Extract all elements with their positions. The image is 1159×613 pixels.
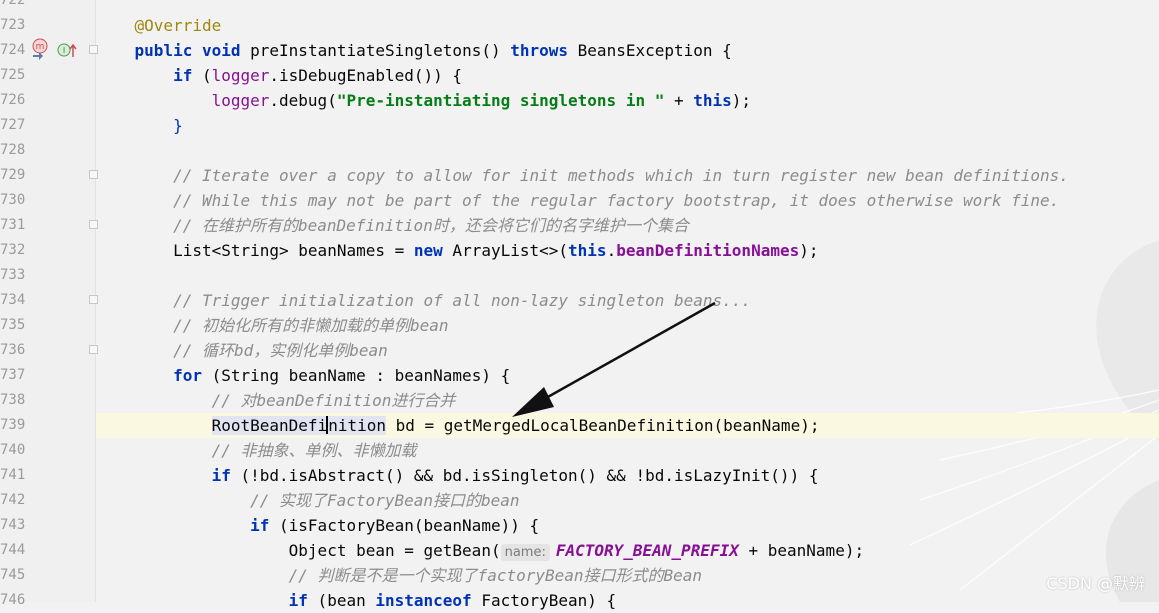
code-line-724[interactable]: public void preInstantiateSingletons() t… <box>96 38 1159 63</box>
line-number: 729 <box>0 167 26 183</box>
code-line-731[interactable]: // 在维护所有的beanDefinition时，还会将它们的名字维护一个集合 <box>96 213 1159 238</box>
code-line-729[interactable]: // Iterate over a copy to allow for init… <box>96 163 1159 188</box>
overrides-method-icon[interactable]: m <box>30 38 52 60</box>
line-number: 722 <box>0 0 26 8</box>
code-text: + <box>664 91 694 110</box>
string-literal: "Pre-instantiating singletons in " <box>336 91 665 110</box>
keyword: for <box>173 366 202 385</box>
line-number: 724 <box>0 42 26 58</box>
code-text: nition <box>328 416 386 435</box>
code-text: RootBeanDefi <box>211 416 328 435</box>
comment: // 在维护所有的beanDefinition时，还会将它们的名字维护一个集合 <box>173 216 689 235</box>
annotation-arrow-icon <box>512 301 716 417</box>
keyword: instanceof <box>375 591 472 610</box>
code-text: ArrayList<>( <box>442 241 569 260</box>
code-line-746[interactable]: if (bean instanceof FactoryBean) { <box>96 588 1159 613</box>
code-line-727[interactable]: } <box>96 113 1159 138</box>
code-line-743[interactable]: if (isFactoryBean(beanName)) { <box>96 513 1159 538</box>
comment: // While this may not be part of the reg… <box>173 191 1060 210</box>
code-text: (String beanName : beanNames) { <box>201 366 511 385</box>
static-field-reference: FACTORY_BEAN_PREFIX <box>555 541 739 560</box>
line-number: 728 <box>0 142 26 158</box>
keyword: throws <box>510 41 569 60</box>
annotation: @Override <box>134 16 222 35</box>
line-number: 744 <box>0 542 26 558</box>
code-text: (bean <box>307 591 376 610</box>
code-text: .debug( <box>269 91 337 110</box>
parameter-hint: name: <box>500 544 550 561</box>
line-number: 725 <box>0 67 26 83</box>
line-number: 741 <box>0 467 26 483</box>
code-text: + beanName); <box>738 541 865 560</box>
line-number: 745 <box>0 567 26 583</box>
keyword: new <box>413 241 443 260</box>
editor-gutter[interactable]: 722 723 724 725 726 727 728 729 730 731 … <box>0 0 98 608</box>
field-reference: logger <box>211 66 270 85</box>
comment: // 循环bd，实例化单例bean <box>173 341 388 360</box>
line-number: 727 <box>0 117 26 133</box>
field-reference: beanDefinitionNames <box>616 241 800 260</box>
selected-identifier[interactable]: RootBeanDefinition <box>211 416 386 435</box>
line-number: 735 <box>0 317 26 333</box>
line-number: 736 <box>0 342 26 358</box>
code-line-723[interactable]: @Override <box>96 13 1159 38</box>
comment: // 非抽象、单例、非懒加载 <box>211 441 417 460</box>
code-text: preInstantiateSingletons() <box>250 41 511 60</box>
line-number: 740 <box>0 442 26 458</box>
line-number: 732 <box>0 242 26 258</box>
line-number: 742 <box>0 492 26 508</box>
line-number: 743 <box>0 517 26 533</box>
code-text: . <box>606 241 617 260</box>
code-text: ( <box>192 66 212 85</box>
line-number: 726 <box>0 92 26 108</box>
line-number: 737 <box>0 367 26 383</box>
code-text: BeansException { <box>568 41 732 60</box>
comment: // 对beanDefinition进行合并 <box>211 391 456 410</box>
line-number: 746 <box>0 592 26 608</box>
code-line-745[interactable]: // 判断是不是一个实现了factoryBean接口形式的Bean <box>96 563 1159 588</box>
keyword: this <box>568 241 607 260</box>
code-line-730[interactable]: // While this may not be part of the reg… <box>96 188 1159 213</box>
field-reference: logger <box>211 91 270 110</box>
keyword: void <box>201 41 241 60</box>
keyword: if <box>173 66 193 85</box>
code-text: .isDebugEnabled()) { <box>269 66 463 85</box>
comment: // 实现了FactoryBean接口的bean <box>250 491 520 510</box>
line-number: 739 <box>0 417 26 433</box>
code-line-732[interactable]: List<String> beanNames = new ArrayList<>… <box>96 238 1159 263</box>
line-number: 733 <box>0 267 26 283</box>
keyword: if <box>250 516 270 535</box>
code-line-740[interactable]: // 非抽象、单例、非懒加载 <box>96 438 1159 463</box>
implements-icon-letter: I <box>63 46 65 55</box>
code-line-725[interactable]: if (logger.isDebugEnabled()) { <box>96 63 1159 88</box>
code-line-742[interactable]: // 实现了FactoryBean接口的bean <box>96 488 1159 513</box>
code-text: ); <box>731 91 752 110</box>
implemented-method-icon[interactable]: I <box>57 42 79 60</box>
code-text: ); <box>799 241 819 260</box>
keyword: if <box>288 591 308 610</box>
code-text: (isFactoryBean(beanName)) { <box>269 516 540 535</box>
line-number: 731 <box>0 217 26 233</box>
line-number: 723 <box>0 17 26 33</box>
line-number: 734 <box>0 292 26 308</box>
code-line-741[interactable]: if (!bd.isAbstract() && bd.isSingleton()… <box>96 463 1159 488</box>
method-icon-letter: m <box>36 42 45 52</box>
code-text: FactoryBean) { <box>471 591 617 610</box>
keyword: public <box>134 41 193 60</box>
line-number: 730 <box>0 192 26 208</box>
code-line-744[interactable]: Object bean = getBean(name: FACTORY_BEAN_… <box>96 538 1159 563</box>
comment: // Iterate over a copy to allow for init… <box>173 166 1069 185</box>
keyword: if <box>211 466 231 485</box>
code-line-726[interactable]: logger.debug("Pre-instantiating singleto… <box>96 88 1159 113</box>
code-text: Object bean = getBean( <box>288 541 501 560</box>
code-text: (!bd.isAbstract() && bd.isSingleton() &&… <box>230 466 819 485</box>
comment: // 判断是不是一个实现了factoryBean接口形式的Bean <box>288 566 703 585</box>
code-text: List<String> beanNames = <box>173 241 414 260</box>
code-text: } <box>173 116 183 135</box>
watermark: CSDN @默辨 <box>1046 574 1145 593</box>
line-number: 738 <box>0 392 26 408</box>
keyword: this <box>693 91 732 110</box>
comment: // 初始化所有的非懒加载的单例bean <box>173 316 449 335</box>
